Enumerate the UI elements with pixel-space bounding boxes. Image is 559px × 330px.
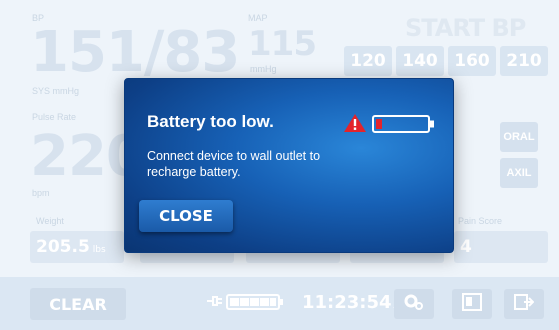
battery-full-icon	[226, 294, 284, 315]
gears-icon	[403, 293, 425, 316]
map-value: 115	[248, 24, 317, 64]
settings-button[interactable]	[394, 289, 434, 319]
plug-icon	[206, 294, 224, 313]
bp-value: 151/83	[30, 20, 240, 85]
map-label: MAP	[248, 13, 268, 23]
clock: 11:23:54AM	[302, 292, 408, 313]
patient-icon	[462, 292, 482, 316]
battery-level-fill	[376, 119, 382, 129]
weight-field[interactable]: 205.5 lbs	[30, 231, 124, 263]
dialog-title: Battery too low.	[147, 112, 274, 131]
weight-unit: lbs	[92, 245, 106, 255]
weight-value: 205.5	[36, 237, 90, 257]
map-unit: mmHg	[250, 64, 277, 74]
axil-button[interactable]: AXIL	[500, 158, 538, 188]
pressure-option-140[interactable]: 140	[396, 46, 444, 76]
pulse-unit: bpm	[32, 188, 50, 198]
oral-button[interactable]: ORAL	[500, 122, 538, 152]
export-icon	[514, 293, 535, 316]
pain-label: Pain Score	[458, 216, 503, 226]
weight-label: Weight	[36, 216, 64, 226]
battery-low-icon	[372, 115, 436, 138]
warning-icon	[343, 113, 367, 138]
data-export-button[interactable]	[504, 289, 544, 319]
pressure-option-160[interactable]: 160	[448, 46, 496, 76]
pain-value: 4	[460, 237, 472, 257]
bp-unit: SYS mmHg	[32, 86, 80, 96]
pulse-label: Pulse Rate	[32, 112, 77, 122]
time-value: 11:23:54	[302, 292, 392, 313]
clear-button[interactable]: CLEAR	[30, 288, 126, 320]
start-bp-title: START BP	[405, 14, 526, 42]
pressure-option-210[interactable]: 210	[500, 46, 548, 76]
close-button[interactable]: CLOSE	[139, 200, 233, 232]
pain-field[interactable]: 4	[454, 231, 548, 263]
pressure-option-120[interactable]: 120	[344, 46, 392, 76]
dialog-message: Connect device to wall outlet to recharg…	[147, 149, 321, 179]
battery-alert-dialog: Battery too low. Connect device to wall …	[124, 78, 454, 253]
patient-button[interactable]	[452, 289, 492, 319]
